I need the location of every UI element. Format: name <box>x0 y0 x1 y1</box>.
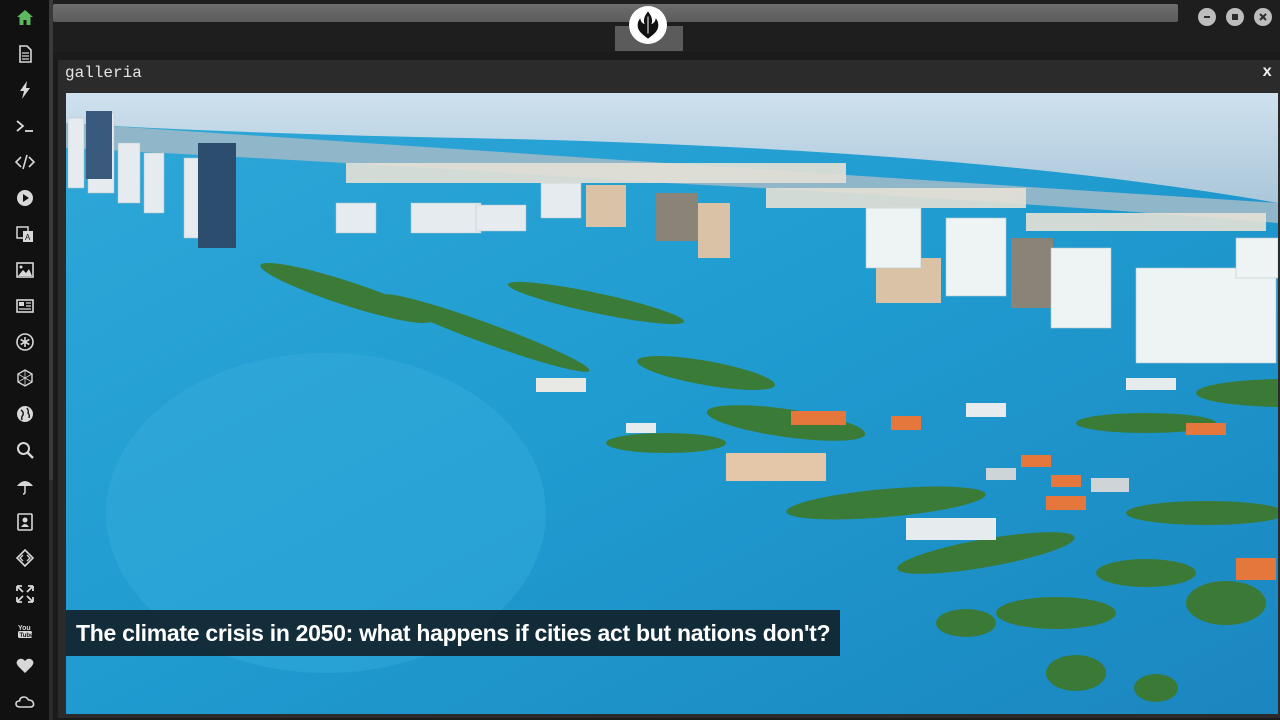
panel-title: galleria <box>65 64 142 82</box>
expand-icon[interactable] <box>0 576 49 612</box>
address-bar[interactable] <box>53 4 1178 22</box>
play-icon[interactable] <box>0 180 49 216</box>
cloud-icon[interactable] <box>0 684 49 720</box>
diamond-code-icon[interactable] <box>0 540 49 576</box>
sidebar: A You Tube <box>0 0 49 720</box>
sidebar-scrollbar[interactable] <box>49 0 53 720</box>
youtube-icon[interactable]: You Tube <box>0 612 49 648</box>
maximize-button[interactable] <box>1226 8 1244 26</box>
news-icon[interactable] <box>0 288 49 324</box>
code-icon[interactable] <box>0 144 49 180</box>
image-icon[interactable] <box>0 252 49 288</box>
svg-text:A: A <box>25 233 31 242</box>
scrollbar-thumb[interactable] <box>49 0 53 480</box>
minimize-button[interactable] <box>1198 8 1216 26</box>
rebel-alliance-logo[interactable] <box>629 6 667 44</box>
svg-text:You: You <box>18 625 31 632</box>
close-window-button[interactable] <box>1254 8 1272 26</box>
hexagon-icon[interactable] <box>0 360 49 396</box>
terminal-icon[interactable] <box>0 108 49 144</box>
heart-icon[interactable] <box>0 648 49 684</box>
svg-text:Tube: Tube <box>19 633 34 639</box>
gallery-image[interactable]: The climate crisis in 2050: what happens… <box>66 93 1278 714</box>
home-icon[interactable] <box>0 0 49 36</box>
umbrella-icon[interactable] <box>0 468 49 504</box>
translate-icon[interactable]: A <box>0 216 49 252</box>
top-bar <box>53 0 1280 52</box>
globe-icon[interactable] <box>0 396 49 432</box>
image-caption: The climate crisis in 2050: what happens… <box>66 610 841 656</box>
lightning-icon[interactable] <box>0 72 49 108</box>
contacts-icon[interactable] <box>0 504 49 540</box>
panel-close-button[interactable]: x <box>1262 63 1272 81</box>
document-icon[interactable] <box>0 36 49 72</box>
search-icon[interactable] <box>0 432 49 468</box>
gallery-panel: galleria x The climate crisis in 2050: w… <box>58 60 1280 718</box>
asterisk-icon[interactable] <box>0 324 49 360</box>
